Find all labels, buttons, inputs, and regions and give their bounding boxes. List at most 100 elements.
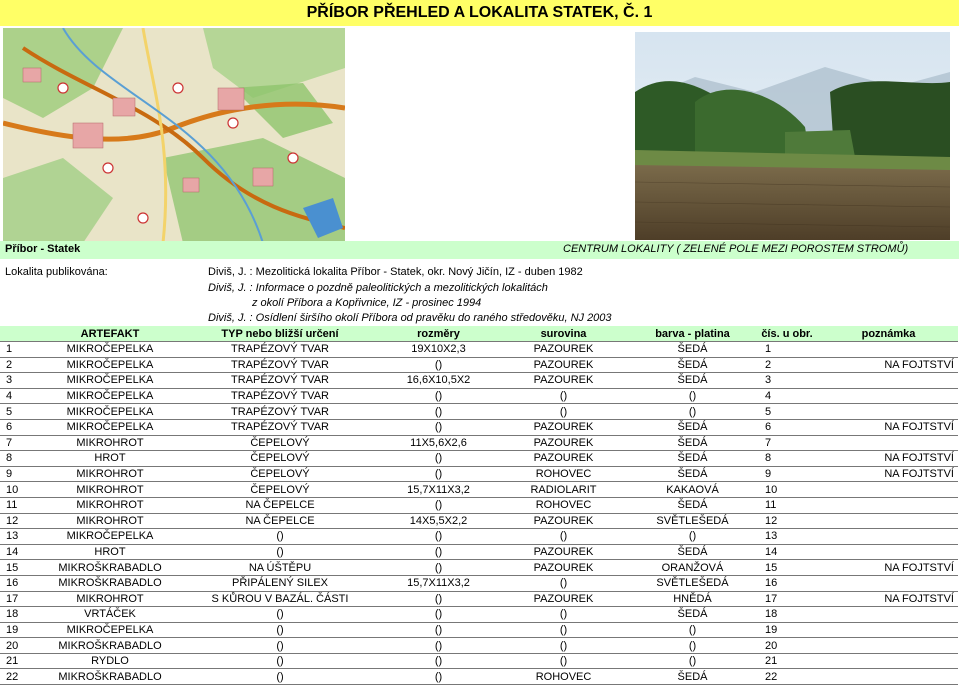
- note-cell: NA FOJTSTVÍ: [819, 357, 958, 374]
- figure-number-cell: 22: [755, 668, 819, 686]
- artifact-cell: MIKROHROT: [40, 466, 180, 483]
- dimensions-cell: 14X5,5X2,2: [380, 513, 497, 530]
- color-cell: KAKAOVÁ: [630, 481, 755, 498]
- type-cell: TRAPÉZOVÝ TVAR: [180, 372, 380, 389]
- note-cell: [819, 653, 958, 670]
- color-cell: ŠEDÁ: [630, 419, 755, 436]
- table-row: 18 VRTÁČEK()()() ŠEDÁ 18: [0, 606, 958, 623]
- type-cell: TRAPÉZOVÝ TVAR: [180, 341, 380, 358]
- published-label: Lokalita publikována:: [5, 266, 108, 278]
- row-index: 15: [0, 559, 40, 576]
- artifact-cell: RYDLO: [40, 653, 180, 670]
- row-index: 9: [0, 466, 40, 483]
- dimensions-cell: 19X10X2,3: [380, 341, 497, 358]
- artifact-table: ARTEFAKT TYP nebo bližší určení rozměry …: [0, 326, 958, 686]
- row-index: 10: [0, 481, 40, 498]
- note-cell: [819, 513, 958, 530]
- dimensions-cell: (): [380, 637, 497, 654]
- color-cell: ŠEDÁ: [630, 606, 755, 623]
- table-row: 2 MIKROČEPELKA TRAPÉZOVÝ TVAR() PAZOUREK ŠED…: [0, 357, 958, 374]
- table-row: 19 MIKROČEPELKA()()()() 19: [0, 622, 958, 639]
- note-cell: [819, 528, 958, 545]
- figure-number-cell: 13: [755, 528, 819, 545]
- table-row: 7 MIKROHROT ČEPELOVÝ 11X5,6X2,6 PAZOUREK ŠEDÁ…: [0, 435, 958, 452]
- artifact-cell: MIKROŠKRABADLO: [40, 575, 180, 592]
- color-cell: (): [630, 403, 755, 420]
- table-row: 22 MIKROŠKRABADLO()() ROHOVEC ŠEDÁ 22: [0, 668, 958, 686]
- col-header-color: barva - platina: [630, 326, 755, 342]
- dimensions-cell: (): [380, 606, 497, 623]
- photo-caption: CENTRUM LOKALITY ( ZELENÉ POLE MEZI PORO…: [563, 243, 909, 255]
- color-cell: ŠEDÁ: [630, 668, 755, 686]
- artifact-cell: VRTÁČEK: [40, 606, 180, 623]
- row-index: 18: [0, 606, 40, 623]
- note-cell: [819, 575, 958, 592]
- note-cell: NA FOJTSTVÍ: [819, 559, 958, 576]
- material-cell: ROHOVEC: [497, 466, 630, 483]
- note-cell: [819, 435, 958, 452]
- figure-number-cell: 16: [755, 575, 819, 592]
- row-index: 11: [0, 497, 40, 514]
- type-cell: ČEPELOVÝ: [180, 466, 380, 483]
- artifact-cell: MIKROČEPELKA: [40, 403, 180, 420]
- type-cell: TRAPÉZOVÝ TVAR: [180, 419, 380, 436]
- artifact-cell: MIKROČEPELKA: [40, 372, 180, 389]
- figure-number-cell: 3: [755, 372, 819, 389]
- row-index: 6: [0, 419, 40, 436]
- figure-number-cell: 5: [755, 403, 819, 420]
- material-cell: (): [497, 388, 630, 405]
- dimensions-cell: (): [380, 559, 497, 576]
- color-cell: (): [630, 388, 755, 405]
- note-cell: [819, 481, 958, 498]
- material-cell: PAZOUREK: [497, 372, 630, 389]
- material-cell: PAZOUREK: [497, 591, 630, 608]
- note-cell: [819, 544, 958, 561]
- material-cell: (): [497, 622, 630, 639]
- table-row: 14 HROT()() PAZOUREK ŠEDÁ 14: [0, 544, 958, 561]
- type-cell: ČEPELOVÝ: [180, 435, 380, 452]
- col-header-figure-number: čís. u obr.: [755, 326, 819, 342]
- table-row: 1 MIKROČEPELKA TRAPÉZOVÝ TVAR 19X10X2,3 PAZO…: [0, 341, 958, 358]
- row-index: 1: [0, 341, 40, 358]
- dimensions-cell: (): [380, 528, 497, 545]
- dimensions-cell: (): [380, 419, 497, 436]
- artifact-cell: MIKROŠKRABADLO: [40, 559, 180, 576]
- dimensions-cell: (): [380, 388, 497, 405]
- figure-number-cell: 21: [755, 653, 819, 670]
- landscape-photo: [635, 32, 950, 240]
- color-cell: (): [630, 637, 755, 654]
- note-cell: NA FOJTSTVÍ: [819, 591, 958, 608]
- dimensions-cell: (): [380, 591, 497, 608]
- table-row: 5 MIKROČEPELKA TRAPÉZOVÝ TVAR()()() 5: [0, 403, 958, 420]
- color-cell: ŠEDÁ: [630, 341, 755, 358]
- row-index: 19: [0, 622, 40, 639]
- dimensions-cell: (): [380, 544, 497, 561]
- row-index: 12: [0, 513, 40, 530]
- dimensions-cell: (): [380, 668, 497, 686]
- figure-number-cell: 12: [755, 513, 819, 530]
- figure-number-cell: 19: [755, 622, 819, 639]
- type-cell: (): [180, 622, 380, 639]
- figure-number-cell: 11: [755, 497, 819, 514]
- row-index: 17: [0, 591, 40, 608]
- table-row: 10 MIKROHROT ČEPELOVÝ 15,7X11X3,2 RADIOLARIT…: [0, 481, 958, 498]
- artifact-cell: MIKROHROT: [40, 497, 180, 514]
- dimensions-cell: 15,7X11X3,2: [380, 481, 497, 498]
- table-row: 20 MIKROŠKRABADLO()()()() 20: [0, 637, 958, 654]
- row-index: 3: [0, 372, 40, 389]
- row-index: 14: [0, 544, 40, 561]
- row-index: 2: [0, 357, 40, 374]
- type-cell: (): [180, 668, 380, 686]
- table-row: 12 MIKROHROT NA ČEPELCE 14X5,5X2,2 PAZOUREK S…: [0, 513, 958, 530]
- type-cell: S KŮROU V BAZÁL. ČÁSTI: [180, 591, 380, 608]
- location-map-image: [3, 28, 345, 243]
- table-row: 9 MIKROHROT ČEPELOVÝ() ROHOVEC ŠEDÁ 9 NA FOJTS…: [0, 466, 958, 483]
- material-cell: PAZOUREK: [497, 357, 630, 374]
- artifact-cell: MIKROČEPELKA: [40, 528, 180, 545]
- artifact-cell: MIKROČEPELKA: [40, 622, 180, 639]
- publication-3: Diviš, J. : Osídlení širšího okolí Příbo…: [208, 312, 612, 324]
- note-cell: NA FOJTSTVÍ: [819, 419, 958, 436]
- artifact-cell: MIKROHROT: [40, 481, 180, 498]
- artifact-cell: MIKROHROT: [40, 435, 180, 452]
- figure-number-cell: 4: [755, 388, 819, 405]
